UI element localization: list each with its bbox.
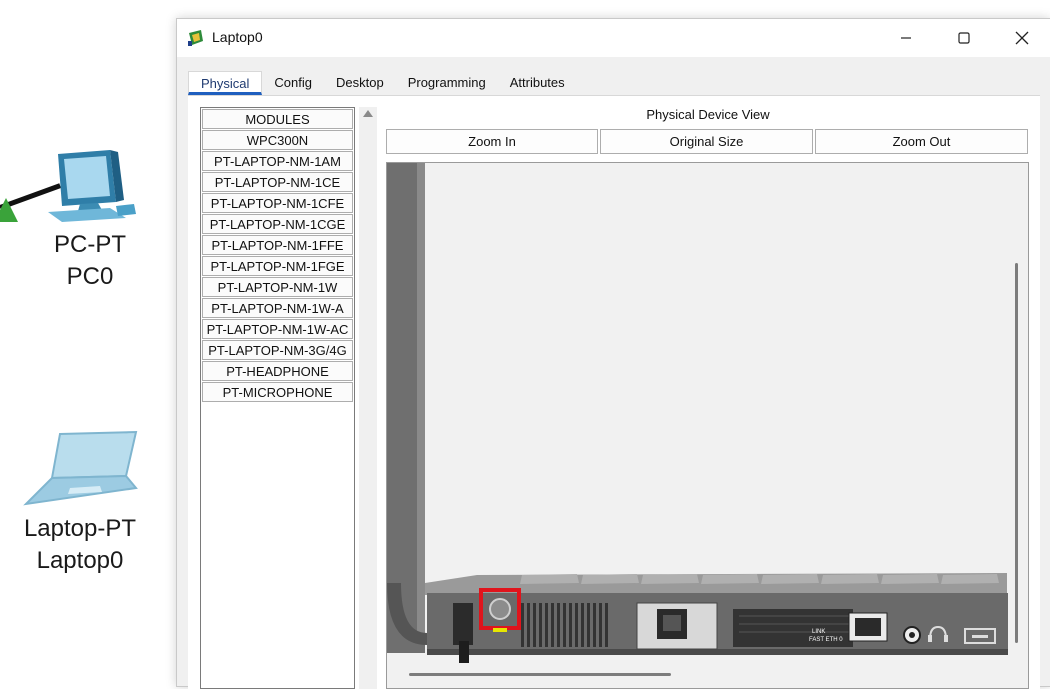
device-model-label: PC-PT [54, 231, 126, 258]
app-icon [188, 30, 203, 46]
link-status-indicator [0, 198, 18, 222]
close-icon [1015, 31, 1029, 45]
minimize-icon [901, 37, 911, 39]
zoom-out-button[interactable]: Zoom Out [815, 129, 1028, 154]
module-item[interactable]: PT-LAPTOP-NM-3G/4G [202, 340, 353, 360]
physical-tab-panel: MODULES WPC300N PT-LAPTOP-NM-1AM PT-LAPT… [188, 95, 1040, 689]
window-title: Laptop0 [212, 29, 263, 45]
module-item[interactable]: MODULES [202, 109, 353, 129]
device-pc0[interactable]: PC-PT PC0 [40, 146, 140, 293]
device-laptop0[interactable]: Laptop-PT Laptop0 [20, 430, 140, 577]
zoom-in-button[interactable]: Zoom In [386, 129, 598, 154]
tab-attributes[interactable]: Attributes [497, 71, 577, 95]
close-button[interactable] [993, 19, 1050, 57]
pc-icon [48, 150, 136, 222]
laptop-side-view: LINK FAST ETH 0 [387, 163, 1008, 663]
modules-scrollbar[interactable] [359, 107, 377, 689]
minimize-button[interactable] [877, 19, 935, 57]
device-name-label: PC0 [66, 263, 114, 290]
tab-programming[interactable]: Programming [395, 71, 498, 95]
module-item[interactable]: PT-LAPTOP-NM-1FFE [202, 235, 353, 255]
module-item[interactable]: PT-LAPTOP-NM-1FGE [202, 256, 353, 276]
module-item[interactable]: PT-LAPTOP-NM-1W-AC [202, 319, 353, 339]
tab-bar: Physical Config Desktop Programming Attr… [188, 71, 577, 95]
tab-desktop[interactable]: Desktop [324, 71, 396, 95]
module-item[interactable]: WPC300N [202, 130, 353, 150]
original-size-button[interactable]: Original Size [600, 129, 813, 154]
view-horizontal-scrollbar[interactable] [409, 673, 671, 676]
module-item[interactable]: PT-LAPTOP-NM-1AM [202, 151, 353, 171]
module-item[interactable]: PT-LAPTOP-NM-1CFE [202, 193, 353, 213]
device-model-label: Laptop-PT [23, 515, 137, 542]
maximize-icon [958, 32, 970, 44]
maximize-button[interactable] [935, 19, 993, 57]
view-vertical-scrollbar[interactable] [1015, 263, 1018, 643]
module-item[interactable]: PT-MICROPHONE [202, 382, 353, 402]
scroll-up-icon[interactable] [363, 110, 373, 117]
device-window: Laptop0 Physical Config Desktop Programm… [176, 18, 1050, 689]
module-item[interactable]: PT-LAPTOP-NM-1W [202, 277, 353, 297]
module-item[interactable]: PT-LAPTOP-NM-1CE [202, 172, 353, 192]
module-item[interactable]: PT-LAPTOP-NM-1W-A [202, 298, 353, 318]
tab-config[interactable]: Config [262, 71, 324, 95]
physical-device-view[interactable]: LINK FAST ETH 0 [386, 162, 1029, 689]
window-titlebar[interactable]: Laptop0 [177, 19, 1050, 57]
device-name-label: Laptop0 [36, 547, 124, 574]
power-button[interactable] [489, 598, 511, 620]
module-item[interactable]: PT-LAPTOP-NM-1CGE [202, 214, 353, 234]
port-label: FAST ETH 0 [809, 637, 843, 643]
modules-list: MODULES WPC300N PT-LAPTOP-NM-1AM PT-LAPT… [200, 107, 355, 689]
module-item[interactable]: PT-HEADPHONE [202, 361, 353, 381]
port-label: LINK [812, 629, 825, 635]
physical-view-title: Physical Device View [646, 107, 770, 122]
tab-physical[interactable]: Physical [188, 71, 263, 95]
laptop-icon [23, 430, 138, 506]
